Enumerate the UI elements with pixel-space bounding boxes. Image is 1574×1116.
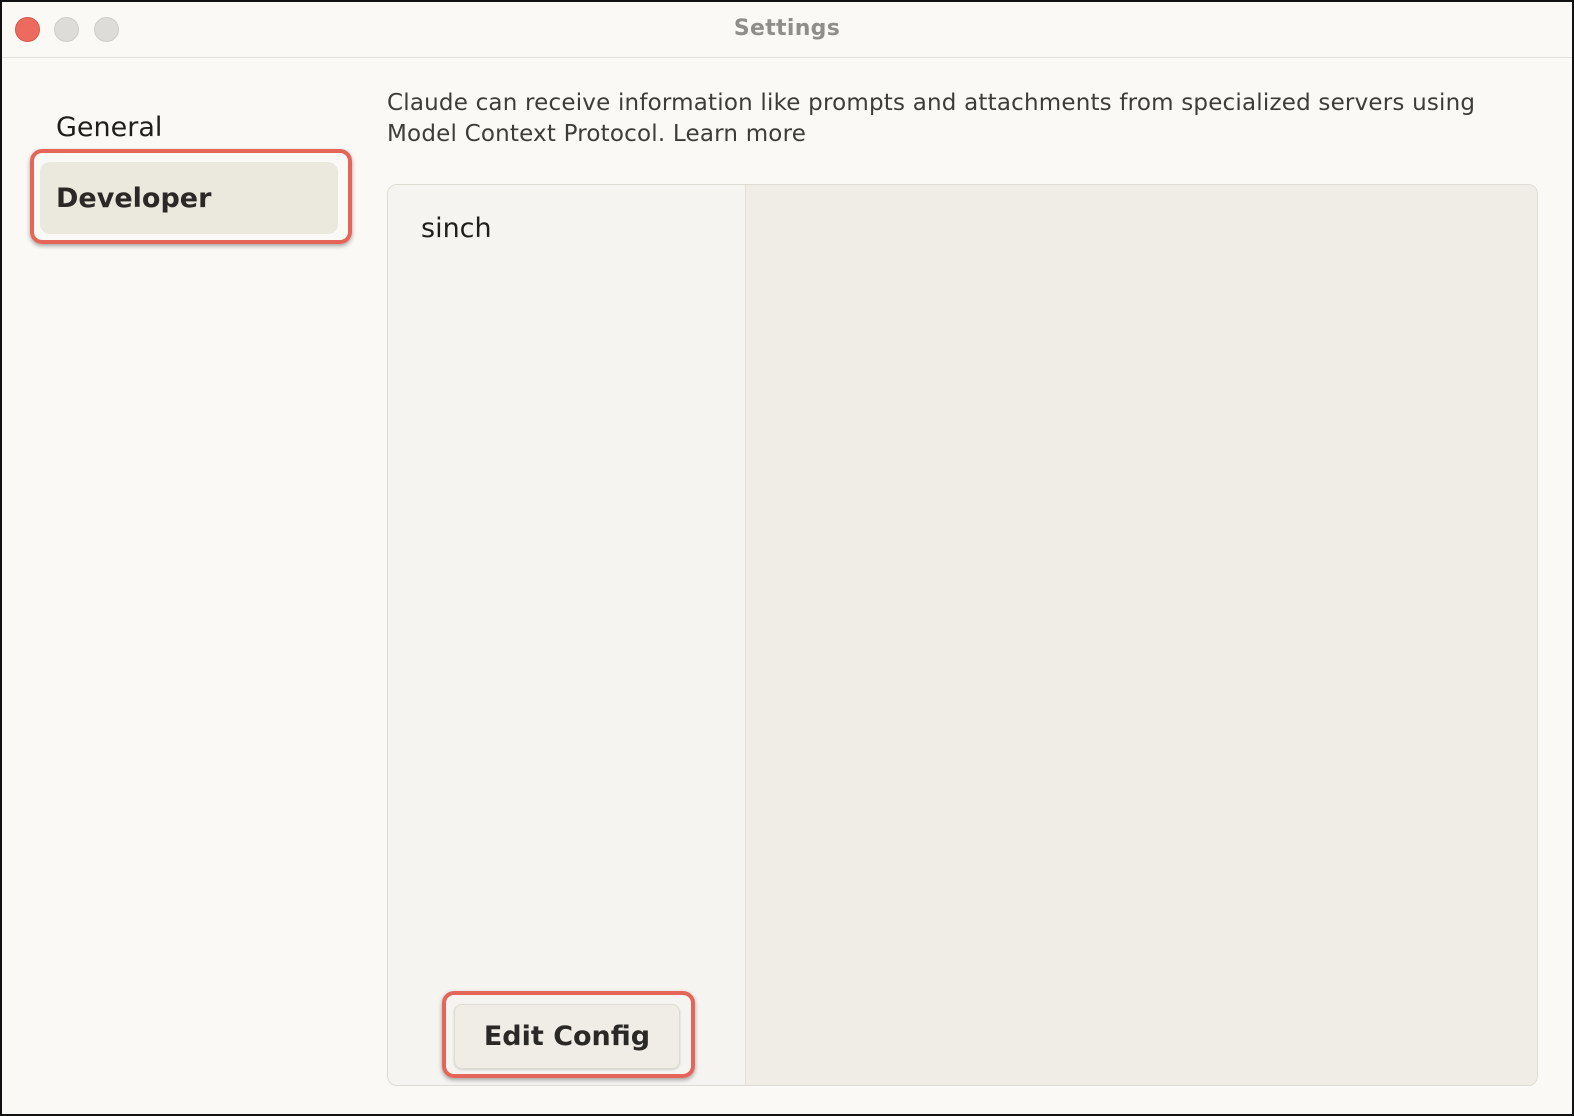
server-item-sinch[interactable]: sinch xyxy=(421,213,492,244)
sidebar-item-label: General xyxy=(56,111,163,143)
sidebar-item-label: Developer xyxy=(56,182,212,214)
learn-more-link[interactable]: Learn more xyxy=(673,121,806,147)
sidebar-item-general[interactable]: General xyxy=(40,91,338,163)
window-title: Settings xyxy=(733,16,841,41)
server-detail-pane xyxy=(746,185,1537,1085)
sidebar-item-developer[interactable]: Developer xyxy=(40,162,338,234)
title-bar: Settings xyxy=(2,2,1572,58)
mcp-servers-panel: sinch Edit Config xyxy=(387,184,1538,1086)
server-list: sinch Edit Config xyxy=(388,185,746,1085)
settings-window: Settings General Developer Claude can re… xyxy=(0,0,1574,1116)
description-text: Claude can receive information like prom… xyxy=(387,90,1476,147)
edit-config-button[interactable]: Edit Config xyxy=(454,1004,680,1069)
mcp-description: Claude can receive information like prom… xyxy=(387,88,1527,150)
